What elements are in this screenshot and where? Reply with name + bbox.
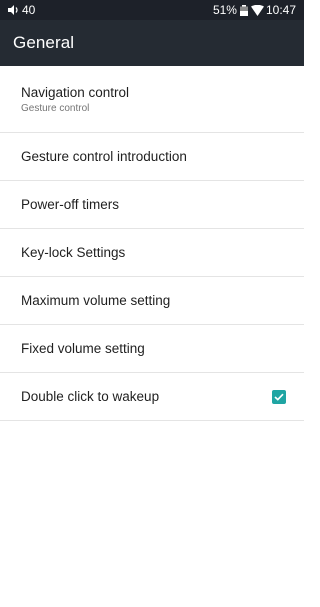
clock: 10:47 xyxy=(265,3,296,17)
setting-double-click-wakeup[interactable]: Double click to wakeup xyxy=(0,373,304,421)
setting-title: Gesture control introduction xyxy=(21,149,187,164)
setting-navigation-control[interactable]: Navigation control Gesture control xyxy=(0,66,304,133)
setting-title: Navigation control xyxy=(21,84,130,100)
status-left: 40 xyxy=(8,3,35,17)
wakeup-checkbox[interactable] xyxy=(272,389,286,404)
page-title: General xyxy=(13,33,75,52)
setting-subtitle: Gesture control xyxy=(21,102,90,114)
app-bar: General xyxy=(0,20,304,66)
settings-list: Navigation control Gesture control Gestu… xyxy=(0,66,304,421)
setting-fixed-volume[interactable]: Fixed volume setting xyxy=(0,325,304,373)
setting-title: Double click to wakeup xyxy=(21,389,160,404)
setting-gesture-control-introduction[interactable]: Gesture control introduction xyxy=(0,133,304,181)
volume-level: 40 xyxy=(22,3,36,17)
status-right: 51% 10:47 xyxy=(213,3,296,17)
setting-key-lock[interactable]: Key-lock Settings xyxy=(0,229,304,277)
wifi-icon xyxy=(250,4,264,16)
battery-icon xyxy=(239,4,249,16)
check-icon xyxy=(274,393,284,401)
setting-title: Key-lock Settings xyxy=(21,245,126,260)
setting-title: Fixed volume setting xyxy=(21,341,145,356)
setting-maximum-volume[interactable]: Maximum volume setting xyxy=(0,277,304,325)
battery-percent: 51% xyxy=(212,3,237,17)
speaker-icon xyxy=(8,5,19,15)
row-text: Navigation control Gesture control xyxy=(21,85,129,114)
setting-title: Power-off timers xyxy=(21,197,120,212)
setting-power-off-timers[interactable]: Power-off timers xyxy=(0,181,304,229)
setting-title: Maximum volume setting xyxy=(21,293,171,308)
status-bar: 40 51% 10:47 xyxy=(0,0,304,20)
